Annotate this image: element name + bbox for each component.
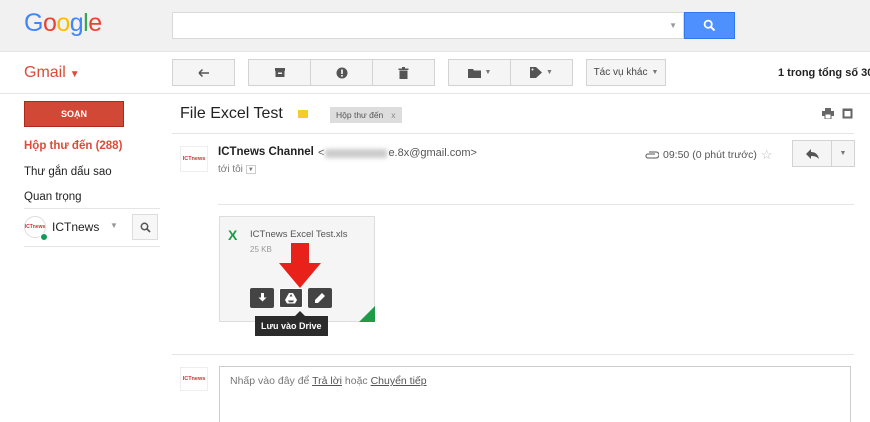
download-button[interactable] bbox=[250, 288, 274, 308]
top-bar: Google ▼ bbox=[0, 0, 870, 52]
logo-letter-g: G bbox=[24, 9, 43, 37]
labels-caret-icon: ▼ bbox=[546, 69, 553, 76]
attachment-divider bbox=[218, 204, 854, 205]
file-corner-fold bbox=[359, 306, 375, 322]
logo-letter-e: e bbox=[88, 9, 102, 37]
attachment-clip-icon bbox=[645, 151, 659, 159]
show-details-button[interactable]: ▼ bbox=[245, 164, 256, 174]
attachment-size: 25 KB bbox=[250, 245, 272, 254]
search-icon bbox=[703, 19, 716, 32]
avatar: ICTnews bbox=[180, 146, 208, 172]
reply-icon bbox=[805, 148, 819, 159]
gmail-label: Gmail bbox=[24, 64, 66, 81]
reply-link[interactable]: Trả lời bbox=[312, 375, 342, 387]
print-icons bbox=[822, 108, 853, 119]
search-options-caret-icon[interactable]: ▼ bbox=[669, 21, 677, 30]
label-chip: Hộp thư đến x bbox=[330, 107, 402, 123]
trash-icon bbox=[398, 66, 409, 79]
back-button[interactable] bbox=[172, 59, 235, 86]
logo-letter-o1: o bbox=[42, 9, 57, 37]
google-logo[interactable]: Google bbox=[24, 9, 102, 38]
sender-email-suffix: e.8x@gmail.com> bbox=[388, 147, 477, 159]
download-icon bbox=[258, 293, 266, 302]
drive-tooltip: Lưu vào Drive bbox=[255, 311, 328, 336]
more-actions-button[interactable]: Tác vụ khác ▼ bbox=[586, 59, 666, 86]
star-icon[interactable]: ☆ bbox=[761, 147, 773, 163]
time-text: 09:50 (0 phút trước) bbox=[663, 149, 757, 161]
message-time: 09:50 (0 phút trước) ☆ bbox=[645, 147, 773, 163]
online-status-icon bbox=[40, 233, 48, 241]
reply-button[interactable] bbox=[792, 140, 832, 167]
spam-icon bbox=[336, 67, 347, 78]
more-actions-caret-icon: ▼ bbox=[651, 69, 659, 76]
action-group bbox=[248, 59, 435, 86]
sidebar-item-starred[interactable]: Thư gắn dấu sao bbox=[24, 166, 112, 178]
reply-prefix: Nhấp vào đây để bbox=[230, 375, 313, 387]
header-divider bbox=[172, 133, 854, 134]
reply-middle: hoặc bbox=[341, 375, 371, 387]
recipient-line: tới tôi ▼ bbox=[218, 164, 256, 175]
reply-prompt: Nhấp vào đây để Trả lời hoặc Chuyển tiếp bbox=[230, 375, 427, 387]
importance-marker-icon[interactable] bbox=[298, 110, 308, 118]
sidebar-divider bbox=[24, 208, 160, 209]
logo-letter-o2: o bbox=[56, 9, 70, 37]
remove-label-button[interactable]: x bbox=[391, 110, 395, 120]
tag-icon bbox=[530, 67, 543, 78]
email-subject: File Excel Test bbox=[180, 105, 283, 122]
sender-name[interactable]: ICTnews Channel bbox=[218, 146, 314, 158]
reply-divider bbox=[172, 354, 854, 355]
chat-status-caret-icon[interactable]: ▼ bbox=[110, 221, 118, 230]
search-icon bbox=[140, 222, 151, 233]
move-label-group: ▼ ▼ bbox=[448, 59, 573, 86]
sidebar-divider bbox=[24, 246, 160, 247]
move-to-button[interactable]: ▼ bbox=[448, 59, 511, 86]
report-spam-button[interactable] bbox=[310, 59, 373, 86]
delete-button[interactable] bbox=[372, 59, 435, 86]
chat-user-name: ICTnews bbox=[52, 220, 100, 234]
sender-email: < e.8x@gmail.com> bbox=[318, 147, 477, 159]
red-arrow-icon bbox=[279, 243, 321, 288]
archive-icon bbox=[274, 68, 285, 77]
archive-button[interactable] bbox=[248, 59, 311, 86]
save-to-drive-button[interactable] bbox=[279, 288, 303, 308]
folder-icon bbox=[467, 68, 481, 78]
blurred-email-part bbox=[325, 148, 388, 158]
toolbar-row: Gmail ▼ ▼ ▼ Tác vụ khác ▼ 1 trong tổng số … bbox=[0, 52, 870, 94]
gmail-menu[interactable]: Gmail ▼ bbox=[24, 64, 80, 82]
move-caret-icon: ▼ bbox=[484, 69, 492, 76]
pencil-icon bbox=[315, 293, 325, 303]
pagination-text: 1 trong tổng số 30 bbox=[778, 67, 870, 79]
logo-letter-g2: g bbox=[69, 9, 84, 37]
avatar: ICTnews bbox=[180, 367, 208, 391]
sidebar-item-inbox[interactable]: Hộp thư đến (288) bbox=[24, 140, 122, 152]
drive-icon bbox=[285, 292, 297, 303]
back-arrow-icon bbox=[197, 68, 209, 77]
gmail-caret-icon: ▼ bbox=[69, 69, 80, 80]
edit-button[interactable] bbox=[308, 288, 332, 308]
reply-box[interactable]: Nhấp vào đây để Trả lời hoặc Chuyển tiếp bbox=[219, 366, 851, 422]
labels-button[interactable]: ▼ bbox=[510, 59, 573, 86]
attachment-name: ICTnews Excel Test.xls bbox=[250, 229, 348, 240]
chat-search-button[interactable] bbox=[132, 214, 158, 240]
more-options-button[interactable]: ▼ bbox=[831, 140, 855, 167]
print-icon[interactable] bbox=[822, 108, 834, 119]
label-chip-text: Hộp thư đến bbox=[336, 110, 384, 120]
sender-email-prefix: < bbox=[318, 147, 325, 159]
more-actions-label: Tác vụ khác bbox=[593, 67, 648, 78]
search-input[interactable]: ▼ bbox=[172, 12, 684, 39]
chat-user-row[interactable]: ICTnews ICTnews ▼ bbox=[24, 214, 160, 242]
attachment-actions bbox=[250, 288, 332, 308]
sidebar-item-important[interactable]: Quan trọng bbox=[24, 191, 82, 203]
excel-file-icon: X bbox=[228, 227, 238, 243]
recipient-text: tới tôi bbox=[218, 164, 243, 175]
forward-link[interactable]: Chuyển tiếp bbox=[371, 375, 427, 387]
search-button[interactable] bbox=[684, 12, 735, 39]
compose-button[interactable]: SOẠN bbox=[24, 101, 124, 127]
new-window-icon[interactable] bbox=[842, 108, 853, 119]
